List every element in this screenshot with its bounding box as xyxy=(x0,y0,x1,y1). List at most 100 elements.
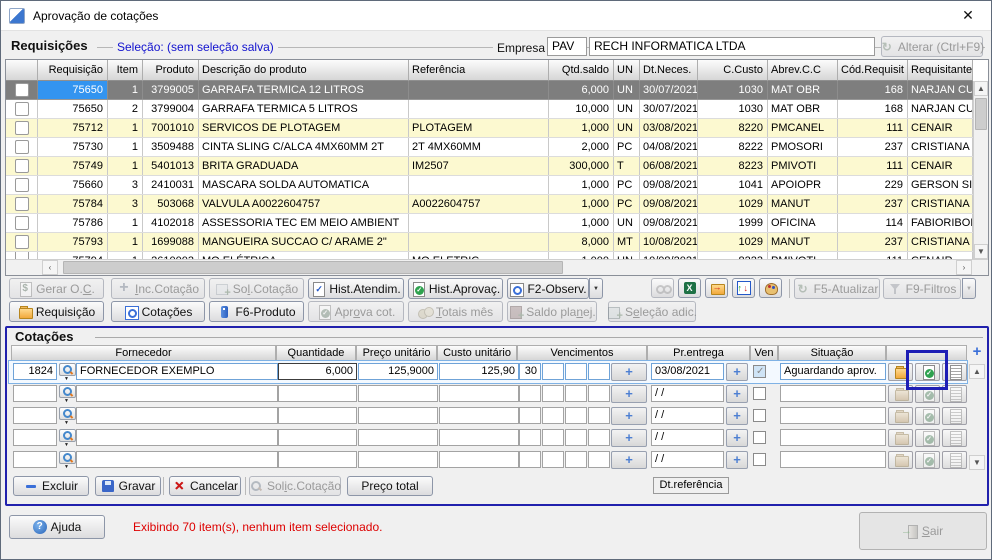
table-row[interactable]: 7566032410031MASCARA SOLDA AUTOMATICA1,0… xyxy=(6,176,988,195)
situacao-field[interactable]: Aguardando aprov. xyxy=(780,363,886,380)
add-vencimento-button[interactable] xyxy=(611,429,647,447)
scroll-up-icon[interactable]: ▲ xyxy=(974,81,988,96)
horizontal-scrollbar[interactable]: ‹ › xyxy=(6,259,988,275)
fornecedor-dropdown-icon[interactable]: ▼ xyxy=(64,464,69,470)
scroll-left-icon[interactable]: ‹ xyxy=(42,260,58,275)
row-checkbox[interactable] xyxy=(15,216,29,230)
f5-atualizar-button[interactable]: F5-Atualizar xyxy=(794,278,880,299)
table-row[interactable]: 7578614102018ASSESSORIA TEC EM MEIO AMBI… xyxy=(6,214,988,233)
quantidade-field[interactable] xyxy=(278,407,357,424)
situacao-field[interactable] xyxy=(780,385,886,402)
cotacoes-column-header[interactable]: Preço unitário xyxy=(356,345,437,361)
fornecedor-name-field[interactable]: FORNECEDOR EXEMPLO xyxy=(76,363,278,380)
quantidade-field[interactable] xyxy=(278,451,357,468)
fornecedor-search-button[interactable] xyxy=(59,385,76,398)
f9-filtros-button[interactable]: F9-Filtros xyxy=(883,278,961,299)
fornecedor-dropdown-icon[interactable]: ▼ xyxy=(64,376,69,382)
fornecedor-name-field[interactable] xyxy=(76,429,278,446)
table-row[interactable]: 7571217001010SERVICOS DE PLOTAGEMPLOTAGE… xyxy=(6,119,988,138)
vertical-scrollbar[interactable]: ▲ ▼ xyxy=(973,81,988,259)
requisicao-doc-button[interactable] xyxy=(888,363,913,381)
column-header[interactable] xyxy=(6,60,38,81)
fornecedor-name-field[interactable] xyxy=(76,451,278,468)
close-icon[interactable]: ✕ xyxy=(953,7,983,24)
excluir-button[interactable]: Excluir xyxy=(13,476,89,496)
column-header[interactable]: Descrição do produto xyxy=(199,60,409,81)
saldo-planej-button[interactable]: Saldo planej. xyxy=(507,301,597,322)
row-checkbox[interactable] xyxy=(15,178,29,192)
preco-total-button[interactable]: Preço total xyxy=(347,476,433,496)
column-header[interactable]: Dt.Neces. xyxy=(640,60,698,81)
empresa-name-field[interactable]: RECH INFORMATICA LTDA xyxy=(589,37,875,56)
vencimento-field[interactable] xyxy=(565,363,587,380)
preco-unitario-field[interactable] xyxy=(358,429,438,446)
custo-unitario-field[interactable] xyxy=(439,451,519,468)
quantidade-field[interactable]: 6,000 xyxy=(278,363,357,380)
vencimento-field[interactable] xyxy=(542,363,564,380)
column-header[interactable]: Requisição xyxy=(38,60,108,81)
cotacoes-scroll-down-icon[interactable]: ▼ xyxy=(969,455,985,470)
table-row[interactable]: 757843503068VALVULA A0022604757A00226047… xyxy=(6,195,988,214)
hist-atendim-button[interactable]: Hist.Atendim. xyxy=(308,278,404,299)
totais-mes-button[interactable]: Totais mês xyxy=(408,301,503,322)
add-vencimento-button[interactable] xyxy=(611,385,647,403)
preco-unitario-field[interactable]: 125,9000 xyxy=(358,363,438,380)
add-row-icon[interactable]: + xyxy=(969,343,985,361)
vencimento-field[interactable] xyxy=(588,451,610,468)
hist-aprovac-button[interactable]: Hist.Aprovaç. xyxy=(408,278,503,299)
ven-checkbox[interactable] xyxy=(753,431,766,444)
pr-entrega-field[interactable]: / / xyxy=(651,451,724,468)
preco-unitario-field[interactable] xyxy=(358,407,438,424)
cotacoes-column-header[interactable]: Situação xyxy=(778,345,886,361)
selecao-adic-button[interactable]: Seleção adic. xyxy=(608,301,696,322)
colors-button[interactable] xyxy=(759,278,782,298)
table-row[interactable]: 7565023799004GARRAFA TERMICA 5 LITROS10,… xyxy=(6,100,988,119)
quantidade-field[interactable] xyxy=(278,385,357,402)
requisicao-doc-button[interactable] xyxy=(888,407,913,425)
ven-checkbox[interactable] xyxy=(753,387,766,400)
custo-unitario-field[interactable]: 125,90 xyxy=(439,363,519,380)
vencimento-field[interactable] xyxy=(588,407,610,424)
row-checkbox[interactable] xyxy=(15,102,29,116)
fornecedor-dropdown-icon[interactable]: ▼ xyxy=(64,398,69,404)
requisicao-button[interactable]: Requisição xyxy=(9,301,104,322)
cotacoes-column-header[interactable]: Custo unitário xyxy=(437,345,517,361)
row-checkbox[interactable] xyxy=(15,159,29,173)
aprovacao-doc-button[interactable] xyxy=(915,385,940,403)
export-folder-button[interactable] xyxy=(705,278,728,298)
row-checkbox[interactable] xyxy=(15,252,29,259)
cotacoes-button[interactable]: Cotações xyxy=(111,301,205,322)
column-header[interactable]: Item xyxy=(108,60,143,81)
table-row[interactable]: 7579311699088MANGUEIRA SUCCAO C/ ARAME 2… xyxy=(6,233,988,252)
fornecedor-search-button[interactable] xyxy=(59,429,76,442)
situacao-field[interactable] xyxy=(780,451,886,468)
pr-entrega-field[interactable]: / / xyxy=(651,429,724,446)
sol-cotacao-button[interactable]: Sol.Cotação xyxy=(209,278,304,299)
add-entrega-button[interactable] xyxy=(726,451,748,469)
fornecedor-dropdown-icon[interactable]: ▼ xyxy=(64,420,69,426)
scroll-down-icon[interactable]: ▼ xyxy=(974,244,988,259)
cotacoes-column-header[interactable] xyxy=(886,345,967,361)
fornecedor-search-button[interactable] xyxy=(59,451,76,464)
vencimento-field[interactable] xyxy=(588,363,610,380)
alterar-button[interactable]: Alterar (Ctrl+F9) xyxy=(881,36,983,57)
ven-checkbox[interactable] xyxy=(753,409,766,422)
table-row[interactable]: 7565013799005GARRAFA TERMICA 12 LITROS6,… xyxy=(6,81,988,100)
custo-unitario-field[interactable] xyxy=(439,429,519,446)
dt-referencia-button[interactable]: Dt.referência xyxy=(653,477,729,494)
vencimento-field[interactable] xyxy=(565,385,587,402)
vencimento-field[interactable] xyxy=(565,429,587,446)
vencimento-field[interactable] xyxy=(519,451,541,468)
requisicao-doc-button[interactable] xyxy=(888,385,913,403)
f2-observ-button[interactable]: F2-Observ. xyxy=(507,278,589,299)
quantidade-field[interactable] xyxy=(278,429,357,446)
add-entrega-button[interactable] xyxy=(726,363,748,381)
cotacoes-column-header[interactable]: Vencimentos xyxy=(517,345,647,361)
column-header[interactable]: Referência xyxy=(409,60,549,81)
fornecedor-dropdown-icon[interactable]: ▼ xyxy=(64,442,69,448)
column-header[interactable]: Requisitante xyxy=(908,60,973,81)
fornecedor-code-field[interactable]: 1824 xyxy=(13,363,57,380)
column-header[interactable]: Cód.Requisit xyxy=(838,60,908,81)
vencimento-field[interactable] xyxy=(542,407,564,424)
add-entrega-button[interactable] xyxy=(726,429,748,447)
